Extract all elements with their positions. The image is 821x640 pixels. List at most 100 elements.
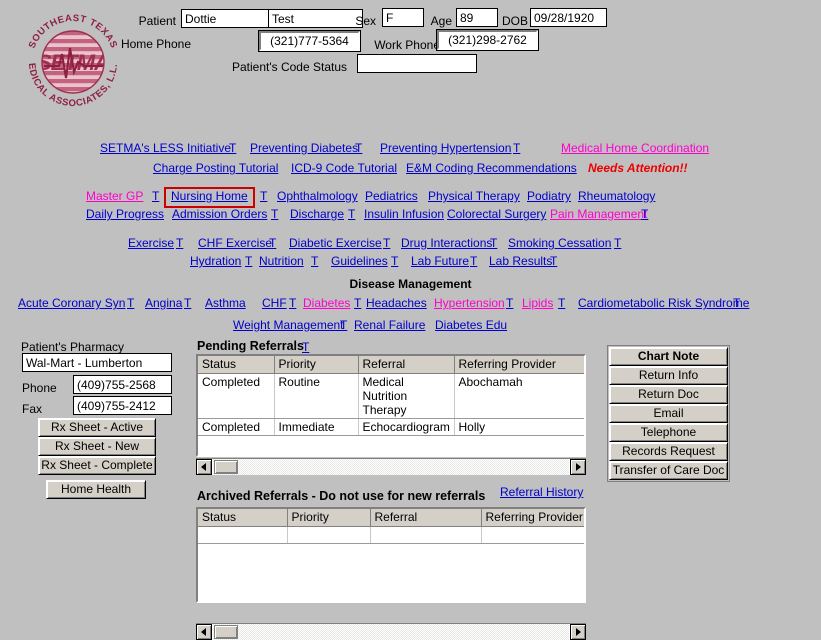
nav-t-preventing-hypertension[interactable]: T (513, 141, 520, 155)
nav-link-medical-home-coordination[interactable]: Medical Home Coordination (561, 141, 709, 155)
nav-link-daily-progress[interactable]: Daily Progress (86, 207, 164, 221)
nav-link-chf-exercise[interactable]: CHF Exercise (198, 236, 272, 250)
nav-t-admission-orders[interactable]: T (271, 207, 278, 221)
dm-link-lipids[interactable]: Lipids (522, 296, 553, 310)
nav-link-rheumatology[interactable]: Rheumatology (578, 189, 655, 203)
rx-sheet-new-button[interactable]: Rx Sheet - New (38, 437, 156, 456)
dm-link-asthma[interactable]: Asthma (205, 296, 246, 310)
nav-link-exercise[interactable]: Exercise (128, 236, 174, 250)
dm-t-diabetes[interactable]: T (354, 296, 361, 310)
nav-link-colorectal-surgery[interactable]: Colorectal Surgery (447, 207, 546, 221)
records-request-button[interactable]: Records Request (609, 442, 728, 461)
nav-link-podiatry[interactable]: Podiatry (527, 189, 571, 203)
nav-t-lab-results[interactable]: T (550, 254, 557, 268)
dm-link-angina[interactable]: Angina (145, 296, 182, 310)
nav-link-insulin-infusion[interactable]: Insulin Infusion (364, 207, 444, 221)
nav-link-ophthalmology[interactable]: Ophthalmology (277, 189, 358, 203)
chart-note-button[interactable]: Chart Note (609, 347, 728, 366)
col-header-priority[interactable]: Priority (274, 356, 359, 374)
nav-link-diabetic-exercise[interactable]: Diabetic Exercise (289, 236, 382, 250)
sex-field[interactable]: F (382, 8, 424, 27)
age-field[interactable]: 89 (456, 8, 498, 27)
scroll-left-arrow-icon[interactable] (196, 459, 212, 475)
patient-last-name-field[interactable]: Test (268, 9, 363, 28)
pending-referrals-t-link[interactable]: T (302, 340, 309, 354)
dm-link-renal-failure[interactable]: Renal Failure (354, 318, 425, 332)
patient-first-name-field[interactable]: Dottie (181, 9, 279, 28)
nav-link-nutrition[interactable]: Nutrition (259, 254, 304, 268)
dm-link-diabetes[interactable]: Diabetes (303, 296, 350, 310)
nav-t-discharge[interactable]: T (348, 207, 355, 221)
nav-t-diabetic-exercise[interactable]: T (383, 236, 390, 250)
archived-referrals-hscrollbar[interactable] (196, 623, 586, 640)
rx-sheet-active-button[interactable]: Rx Sheet - Active (38, 418, 156, 437)
col-header-referral[interactable]: Referral (358, 356, 455, 374)
col-header-referring-provider[interactable]: Referring Provider (481, 509, 584, 527)
nav-t-drug-interactions[interactable]: T (490, 236, 497, 250)
nav-link-hydration[interactable]: Hydration (190, 254, 241, 268)
nav-t-exercise[interactable]: T (176, 236, 183, 250)
nav-link-pediatrics[interactable]: Pediatrics (365, 189, 418, 203)
email-button[interactable]: Email (609, 404, 728, 423)
return-doc-button[interactable]: Return Doc (609, 385, 728, 404)
nav-link-icd9-code-tutorial[interactable]: ICD-9 Code Tutorial (291, 161, 397, 175)
referral-history-link[interactable]: Referral History (500, 485, 583, 499)
rx-sheet-complete-button[interactable]: Rx Sheet - Complete (38, 456, 156, 475)
nav-link-preventing-diabetes[interactable]: Preventing Diabetes (250, 141, 358, 155)
col-header-status[interactable]: Status (198, 509, 288, 527)
nav-link-guidelines[interactable]: Guidelines (331, 254, 388, 268)
nav-t-hydration[interactable]: T (245, 254, 252, 268)
nav-link-nursing-home[interactable]: Nursing Home (171, 189, 248, 203)
work-phone-field[interactable]: (321)298-2762 (436, 29, 539, 51)
dm-link-diabetes-edu[interactable]: Diabetes Edu (435, 318, 507, 332)
col-header-priority[interactable]: Priority (287, 509, 371, 527)
dm-t-chf[interactable]: T (289, 296, 296, 310)
nav-t-master-gp[interactable]: T (152, 189, 159, 203)
table-row[interactable]: Completed Immediate Echocardiogram Holly (198, 418, 584, 436)
nav-link-drug-interactions[interactable]: Drug Interactions (401, 236, 492, 250)
pending-referrals-grid[interactable]: Status Priority Referral Referring Provi… (196, 354, 586, 457)
dm-t-hypertension[interactable]: T (506, 296, 513, 310)
nav-link-pain-management[interactable]: Pain Management (550, 207, 647, 221)
telephone-button[interactable]: Telephone (609, 423, 728, 442)
home-phone-field[interactable]: (321)777-5364 (258, 30, 361, 52)
pharmacy-fax-field[interactable]: (409)755-2412 (73, 396, 172, 415)
nav-link-charge-posting-tutorial[interactable]: Charge Posting Tutorial (153, 161, 278, 175)
nav-t-nutrition[interactable]: T (311, 254, 318, 268)
scroll-left-arrow-icon[interactable] (196, 624, 212, 640)
dm-link-acute-coronary-syn[interactable]: Acute Coronary Syn (18, 296, 125, 310)
scrollbar-track[interactable] (213, 459, 569, 475)
dm-link-hypertension[interactable]: Hypertension (434, 296, 505, 310)
dob-field[interactable]: 09/28/1920 (530, 8, 607, 27)
dm-t-cardiometabolic-risk-syndrome[interactable]: T (733, 296, 740, 310)
nav-t-nursing-home[interactable]: T (260, 189, 267, 203)
nav-link-discharge[interactable]: Discharge (290, 207, 344, 221)
nav-t-guidelines[interactable]: T (391, 254, 398, 268)
pending-referrals-hscrollbar[interactable] (196, 458, 586, 475)
dm-t-acute-coronary-syn[interactable]: T (127, 296, 134, 310)
nav-t-lab-future[interactable]: T (470, 254, 477, 268)
archived-referrals-grid[interactable]: Status Priority Referral Referring Provi… (196, 507, 586, 603)
dm-t-lipids[interactable]: T (558, 296, 565, 310)
nav-t-pain-management[interactable]: T (641, 207, 648, 221)
dm-t-angina[interactable]: T (184, 296, 191, 310)
col-header-referral[interactable]: Referral (370, 509, 482, 527)
dm-link-cardiometabolic-risk-syndrome[interactable]: Cardiometabolic Risk Syndrome (578, 296, 749, 310)
nav-link-lab-future[interactable]: Lab Future (411, 254, 469, 268)
table-row[interactable] (198, 526, 584, 544)
dm-link-chf[interactable]: CHF (262, 296, 287, 310)
nav-t-smoking-cessation[interactable]: T (614, 236, 621, 250)
transfer-of-care-doc-button[interactable]: Transfer of Care Doc (609, 461, 728, 480)
dm-link-headaches[interactable]: Headaches (366, 296, 427, 310)
scroll-right-arrow-icon[interactable] (570, 624, 586, 640)
dm-t-weight-management[interactable]: T (340, 318, 347, 332)
scrollbar-thumb[interactable] (214, 625, 238, 639)
nav-t-preventing-diabetes[interactable]: T (355, 141, 362, 155)
nav-t-setma-less-initiative[interactable]: T (229, 141, 236, 155)
code-status-field[interactable] (357, 54, 477, 73)
pharmacy-phone-field[interactable]: (409)755-2568 (73, 375, 172, 394)
col-header-referring-provider[interactable]: Referring Provider (454, 356, 584, 374)
nav-link-setma-less-initiative[interactable]: SETMA's LESS Initiative (100, 141, 231, 155)
pharmacy-name-field[interactable]: Wal-Mart - Lumberton (22, 353, 172, 372)
dm-link-weight-management[interactable]: Weight Management (233, 318, 344, 332)
